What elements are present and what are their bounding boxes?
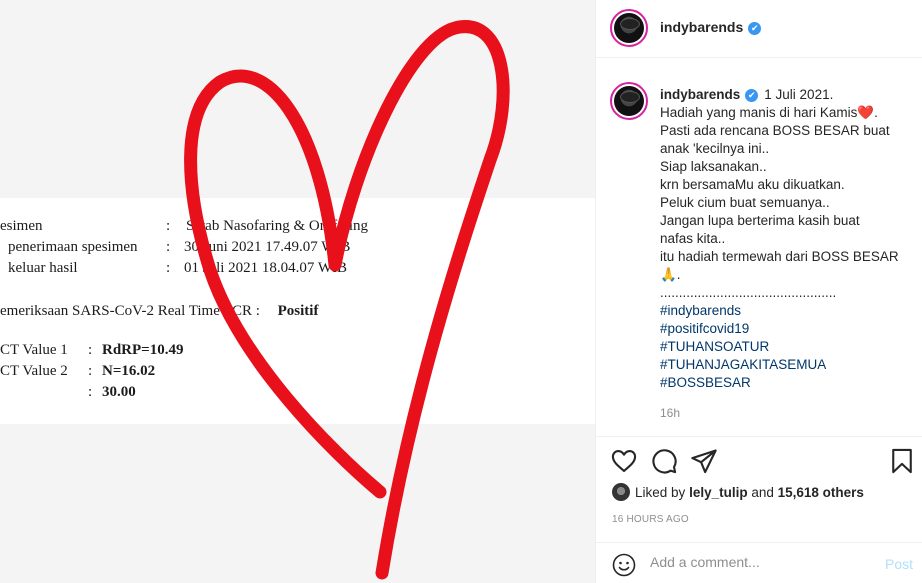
caption-date: 1 Juli 2021. — [764, 87, 834, 102]
liker-avatar[interactable] — [612, 483, 630, 501]
caption-avatar[interactable] — [610, 82, 648, 120]
post-comment-button[interactable]: Post — [885, 556, 913, 572]
verified-badge-icon: ✔ — [748, 22, 762, 35]
likes-count[interactable]: 15,618 others — [778, 485, 864, 500]
smiley-icon[interactable] — [612, 553, 636, 577]
caption-line: Hadiah yang manis di hari Kamis❤️. — [660, 104, 915, 122]
caption-line: Jangan lupa berterima kasih buat — [660, 213, 860, 228]
post-header: indybarends ✔ — [596, 0, 922, 58]
caption-line: Pasti ada rencana BOSS BESAR buat — [660, 123, 890, 138]
hashtag-link[interactable]: #BOSSBESAR — [660, 374, 915, 392]
comment-bar: Post — [596, 542, 922, 583]
hashtag-link[interactable]: #TUHANSOATUR — [660, 338, 915, 356]
comment-input[interactable] — [650, 554, 870, 570]
caption-username[interactable]: indybarends — [660, 87, 740, 102]
caption-line-text: Hadiah yang manis di hari Kamis — [660, 105, 858, 120]
hashtag-link[interactable]: #positifcovid19 — [660, 320, 915, 338]
caption-line: 🙏. — [660, 267, 681, 282]
hashtag-link[interactable]: #indybarends — [660, 302, 915, 320]
comment-icon[interactable] — [650, 447, 678, 475]
drawn-heart-icon — [184, 20, 510, 580]
liked-by-and: and — [751, 485, 774, 500]
heart-icon[interactable] — [610, 447, 638, 475]
heart-emoji-icon: ❤️ — [857, 105, 875, 120]
verified-badge-icon: ✔ — [745, 89, 759, 102]
caption-line: Peluk cium buat semuanya.. — [660, 195, 830, 210]
header-username[interactable]: indybarends ✔ — [660, 19, 762, 35]
caption-line: itu hadiah termewah dari BOSS BESAR — [660, 249, 899, 264]
hashtag-link[interactable]: #TUHANJAGAKITASEMUA — [660, 356, 915, 374]
posted-timestamp[interactable]: 16 HOURS AGO — [612, 514, 689, 525]
likes-summary: Liked by lely_tulip and 15,618 others — [612, 483, 864, 501]
post-caption: indybarends ✔ 1 Juli 2021. Hadiah yang man… — [660, 86, 915, 392]
bookmark-icon[interactable] — [888, 447, 916, 475]
action-bar — [596, 436, 922, 486]
caption-header: indybarends ✔ 1 Juli 2021. — [660, 86, 915, 104]
caption-line: Siap laksanakan.. — [660, 159, 767, 174]
post-photo[interactable]: esimen : Swab Nasofaring & Orofaring pen… — [0, 0, 595, 583]
caption-time-ago[interactable]: 16h — [660, 406, 680, 420]
caption-line-end: . — [874, 105, 878, 120]
paper-plane-icon[interactable] — [690, 447, 718, 475]
caption-line: nafas kita.. — [660, 231, 726, 246]
username-text[interactable]: indybarends — [660, 19, 743, 35]
caption-divider: ........................................… — [660, 285, 837, 300]
caption-line: anak 'kecilnya ini.. — [660, 141, 770, 156]
avatar[interactable] — [610, 9, 648, 47]
caption-line: krn bersamaMu aku dikuatkan. — [660, 177, 845, 192]
liked-by-user[interactable]: lely_tulip — [689, 485, 748, 500]
post-sidebar: indybarends ✔ indybarends ✔ 1 Juli 2021. Ha… — [595, 0, 922, 583]
liked-by-prefix: Liked by — [635, 485, 686, 500]
